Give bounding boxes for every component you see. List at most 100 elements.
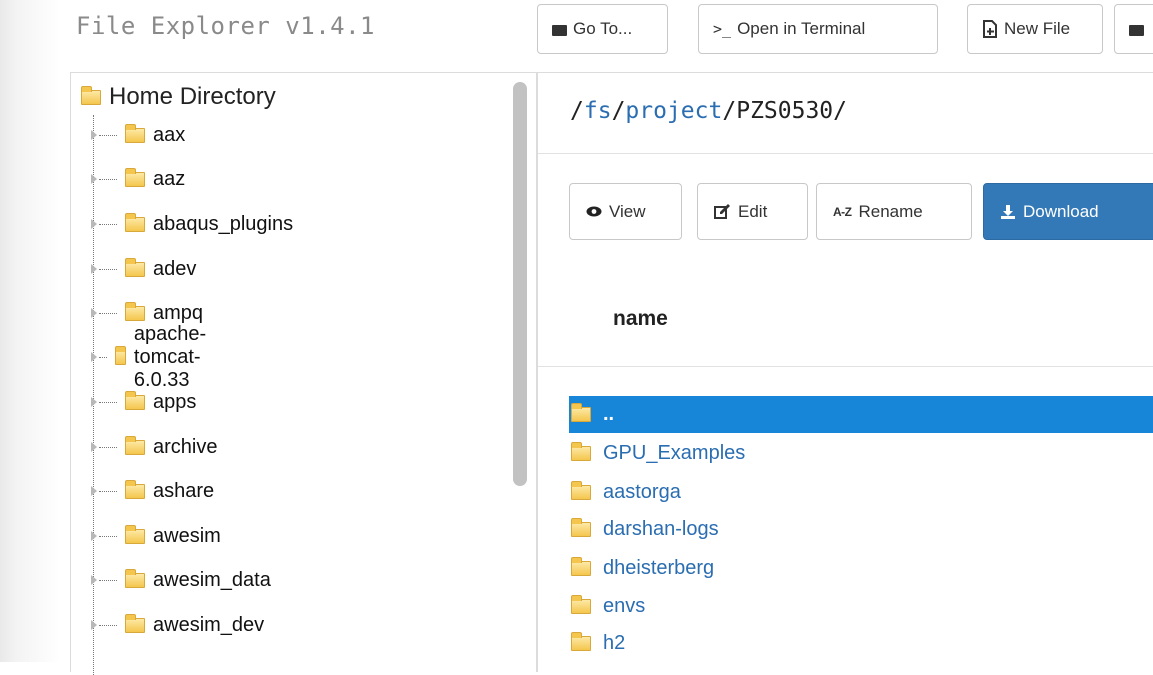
folder-icon [571,481,591,500]
divider [538,153,1153,154]
new-file-icon [983,20,997,38]
tree-item[interactable]: awesim_data [91,566,271,594]
file-name: .. [603,403,615,425]
file-name: h2 [603,632,626,654]
tree-item[interactable]: adev [91,255,196,283]
tree-item[interactable]: apps [91,388,196,416]
go-to-button[interactable]: Go To... [537,4,668,54]
folder-icon [552,24,567,36]
tree-item[interactable]: aax [91,121,185,149]
rename-button[interactable]: A-Z Rename [816,183,972,240]
file-row-parent[interactable]: .. [569,396,1153,433]
path-segment-link[interactable]: fs [584,98,612,124]
folder-icon [571,403,591,422]
edit-label: Edit [738,201,768,221]
file-row[interactable]: envs [569,588,1153,625]
eye-icon [586,206,602,217]
expand-arrow-icon[interactable] [91,620,97,630]
folder-icon [125,123,145,143]
terminal-icon: >_ [713,20,732,38]
folder-icon [125,568,145,588]
tree-root-label: Home Directory [109,83,276,110]
tree-branch [99,356,108,358]
edit-button[interactable]: Edit [697,183,808,240]
new-dir-button[interactable] [1114,4,1153,54]
tree-branch [99,535,117,537]
expand-arrow-icon[interactable] [91,397,97,407]
tree-branch [99,178,117,180]
folder-icon [125,301,145,321]
expand-arrow-icon[interactable] [91,264,97,274]
tree-branch [99,401,117,403]
tree-item[interactable]: abaqus_plugins [91,210,293,238]
open-in-terminal-label: Open in Terminal [737,19,866,38]
file-name: darshan-logs [603,518,719,540]
file-row[interactable]: GPU_Examples [569,435,1153,472]
folder-icon [571,557,591,576]
view-button[interactable]: View [569,183,682,240]
new-file-button[interactable]: New File [967,4,1103,54]
file-row[interactable]: h2 [569,625,1153,662]
tree-item-label: awesim_data [153,568,271,591]
current-path: /fs/project/PZS0530/ [570,98,847,124]
expand-arrow-icon[interactable] [91,174,97,184]
divider [538,366,1153,367]
tree-item-label: abaqus_plugins [153,212,294,235]
expand-arrow-icon[interactable] [91,219,97,229]
folder-icon [125,435,145,455]
expand-arrow-icon[interactable] [91,130,97,140]
file-name: GPU_Examples [603,442,746,464]
file-row[interactable]: darshan-logs [569,511,1153,548]
path-separator: / [611,98,626,124]
file-name: envs [603,595,646,617]
tree-branch [99,134,117,136]
path-separator: / [722,98,737,124]
folder-icon [81,85,101,105]
go-to-label: Go To... [573,19,633,38]
tree-root[interactable]: Home Directory [81,83,276,111]
file-row[interactable]: aastorga [569,474,1153,511]
file-row[interactable]: dheisterberg [569,550,1153,587]
tree-item-label: archive [153,435,218,458]
tree-item[interactable]: aaz [91,165,185,193]
folder-icon [125,390,145,410]
folder-icon [571,518,591,537]
download-button[interactable]: Download [983,183,1153,240]
tree-item[interactable]: awesim [91,522,221,550]
folder-icon [1129,24,1144,36]
tree-item[interactable]: awesim_dev [91,611,264,639]
tree-branch [99,579,117,581]
tree-item-label: adev [153,257,197,280]
tree-item-label: apps [153,390,197,413]
folder-icon [125,479,145,499]
column-header-name[interactable]: name [613,307,668,331]
expand-arrow-icon[interactable] [91,575,97,585]
expand-arrow-icon[interactable] [91,352,97,362]
tree-scrollbar-thumb[interactable] [513,82,527,486]
path-separator: / [833,98,848,124]
rename-label: Rename [858,201,923,221]
tree-item-label: ashare [153,479,215,502]
folder-icon [125,613,145,633]
path-segment-link[interactable]: project [625,98,722,124]
tree-item[interactable]: apache-tomcat-6.0.33 [91,323,225,391]
folder-icon [571,632,591,651]
tree-item[interactable]: archive [91,433,217,461]
tree-branch [99,490,117,492]
expand-arrow-icon[interactable] [91,531,97,541]
tree-branch [99,312,117,314]
tree-item[interactable]: ashare [91,477,214,505]
view-label: View [609,201,646,221]
expand-arrow-icon[interactable] [91,486,97,496]
file-name: aastorga [603,481,681,503]
tree-item-label: aaz [153,167,186,190]
folder-icon [125,257,145,277]
download-icon [1001,204,1015,219]
directory-tree: Home Directory aax aaz abaqus_plugins ad… [70,72,537,675]
expand-arrow-icon[interactable] [91,442,97,452]
expand-arrow-icon[interactable] [91,308,97,318]
app-title: File Explorer v1.4.1 [76,12,375,40]
tree-branch [99,624,117,626]
open-in-terminal-button[interactable]: >_ Open in Terminal [698,4,938,54]
left-margin-shadow [0,0,70,662]
